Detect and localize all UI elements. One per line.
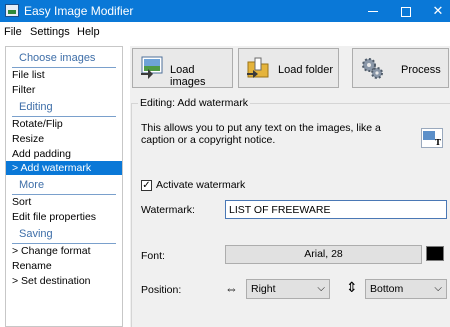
load-images-label: Load images [170,64,206,88]
main-panel: Load images Load folder Process Editing:… [130,46,450,327]
sidebar-item-resize[interactable]: Resize [6,132,122,146]
sidebar-item-filter[interactable]: Filter [6,83,122,97]
chevron-down-icon: ⌵ [317,283,325,294]
sidebar-item-rotate-flip[interactable]: Rotate/Flip [6,117,122,131]
process-button[interactable]: Process [352,48,449,88]
horizontal-position-select[interactable]: Right ⌵ [246,279,330,299]
vertical-position-select[interactable]: Bottom ⌵ [365,279,447,299]
minimize-button[interactable] [355,0,391,22]
watermark-group: Editing: Add watermark This allows you t… [131,97,450,327]
menu-help[interactable]: Help [77,26,100,38]
menu-settings[interactable]: Settings [30,26,70,38]
maximize-button[interactable] [388,0,424,22]
position-label: Position: [141,284,182,296]
group-title: Editing: Add watermark [138,97,250,109]
sidebar-item-sort[interactable]: Sort [6,195,122,209]
process-label: Process [401,64,441,76]
activate-watermark-checkbox[interactable]: ✓ [141,180,152,191]
load-images-button[interactable]: Load images [132,48,233,88]
sidebar-item-edit-file-properties[interactable]: Edit file properties [6,210,122,224]
watermark-text-input[interactable] [225,200,447,219]
load-folder-button[interactable]: Load folder [238,48,339,88]
sidebar-item-rename[interactable]: Rename [6,259,122,273]
maximize-icon [401,6,411,17]
vertical-arrow-icon: ⇕ [346,279,358,295]
gears-icon [362,58,383,79]
window-title: Easy Image Modifier [24,4,134,18]
sidebar-item-add-padding[interactable]: Add padding [6,147,122,161]
close-icon: ✕ [432,3,444,18]
sidebar-item-set-destination[interactable]: > Set destination [6,274,122,288]
minimize-icon [368,11,378,13]
watermark-label: Watermark: [141,204,195,216]
sidebar-item-change-format[interactable]: > Change format [6,244,122,258]
load-images-icon [141,56,163,79]
app-icon [5,4,19,17]
menu-file[interactable]: File [4,26,22,38]
font-picker-button[interactable]: Arial, 28 [225,245,422,264]
title-bar: Easy Image Modifier ✕ [0,0,450,22]
sidebar: Choose images File list Filter Editing R… [5,46,123,327]
font-color-swatch[interactable] [426,246,444,261]
watermark-description: This allows you to put any text on the i… [141,122,381,146]
horizontal-arrow-icon: ⇔ [225,281,238,296]
sidebar-item-file-list[interactable]: File list [6,68,122,82]
watermark-preview-icon: T [421,128,443,148]
load-folder-icon [247,57,269,78]
menu-bar: File Settings Help [0,22,450,42]
chevron-down-icon: ⌵ [434,283,442,294]
font-label: Font: [141,250,165,262]
close-button[interactable]: ✕ [420,0,450,22]
load-folder-label: Load folder [278,64,334,76]
activate-watermark-label: Activate watermark [156,179,246,191]
sidebar-item-add-watermark[interactable]: > Add watermark [6,161,122,175]
